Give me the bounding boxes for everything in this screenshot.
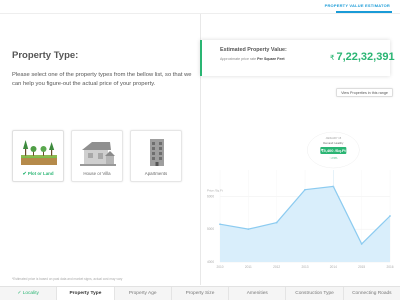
check-icon: ✔ [22, 171, 27, 177]
data-point [275, 221, 278, 224]
x-tick-label: 2016 [386, 265, 393, 269]
property-type-description: Please select one of the property types … [12, 72, 192, 87]
step-tabs: ✓ Locality Property Type Property Age Pr… [0, 286, 400, 300]
tab-connecting-roads[interactable]: Connecting Roads [344, 287, 400, 300]
tooltip-date: JANUARY 15 [326, 136, 342, 140]
data-point [389, 215, 391, 217]
tab-property-age[interactable]: Property Age [115, 287, 172, 300]
y-tick-label: 4000 [207, 260, 214, 264]
property-type-heading: Property Type: [12, 50, 79, 61]
y-tick-label: 6000 [207, 194, 214, 198]
tab-construction-type[interactable]: Construction Type [286, 287, 344, 300]
tab-property-type[interactable]: Property Type [57, 287, 115, 300]
y-axis-label: Price /Sq.Ft [207, 188, 223, 192]
plot-land-icon [21, 140, 57, 165]
house-villa-icon [80, 142, 116, 166]
tooltip-change: ↑ 2.5% [329, 156, 338, 160]
property-type-card-house[interactable]: House or Villa [71, 130, 123, 182]
tab-property-size[interactable]: Property Size [172, 287, 230, 300]
estimate-value: ₹7,22,32,391 [330, 51, 395, 63]
top-bar: PROPERTY VALUE ESTIMATOR [0, 0, 400, 14]
chart-area [219, 185, 391, 262]
chart-tooltip: JANUARY 15Demand: Healthy ₹5,400 /Sq.Ft ↑ … [307, 131, 360, 187]
view-properties-button[interactable]: View Properties in this range [336, 88, 393, 97]
rupee-icon: ₹ [330, 55, 335, 62]
estimate-subtitle: Approximate price rate Per Square Feet [220, 57, 285, 61]
apartment-icon [150, 139, 164, 166]
x-tick-label: 2015 [358, 265, 365, 269]
estimate-title: Estimated Property Value: [220, 47, 287, 53]
estimate-footnote: *Estimated price is based on past data a… [12, 277, 123, 281]
tooltip-price: ₹5,400 /Sq.Ft [321, 148, 346, 153]
property-type-label: Apartments [144, 171, 168, 176]
app-title-underline [336, 11, 392, 13]
app-title: PROPERTY VALUE ESTIMATOR [324, 3, 390, 8]
price-trend-chart: 6000 5000 4000 Price /Sq.Ft 2010 2011 2012 2013… [207, 131, 394, 269]
area-fill [220, 186, 390, 262]
data-point [247, 228, 250, 231]
tab-locality[interactable]: ✓ Locality [0, 287, 58, 300]
tooltip-demand: Demand: Healthy [323, 141, 344, 145]
property-type-card-plot[interactable]: ✔ Plot or Land [12, 130, 64, 182]
y-tick-label: 5000 [207, 227, 214, 231]
property-type-card-apartment[interactable]: Apartments [130, 130, 182, 182]
x-tick-label: 2014 [330, 265, 337, 269]
data-point [360, 243, 363, 245]
x-tick-label: 2010 [216, 265, 223, 269]
data-point [219, 223, 221, 226]
x-tick-label: 2013 [301, 265, 308, 269]
x-tick-label: 2011 [245, 265, 252, 269]
property-type-label: ✔ Plot or Land [22, 171, 54, 177]
property-type-label: House or Villa [83, 171, 111, 176]
tab-amenities[interactable]: Amenities [229, 287, 287, 300]
x-tick-label: 2012 [273, 265, 280, 269]
data-point [304, 188, 306, 191]
